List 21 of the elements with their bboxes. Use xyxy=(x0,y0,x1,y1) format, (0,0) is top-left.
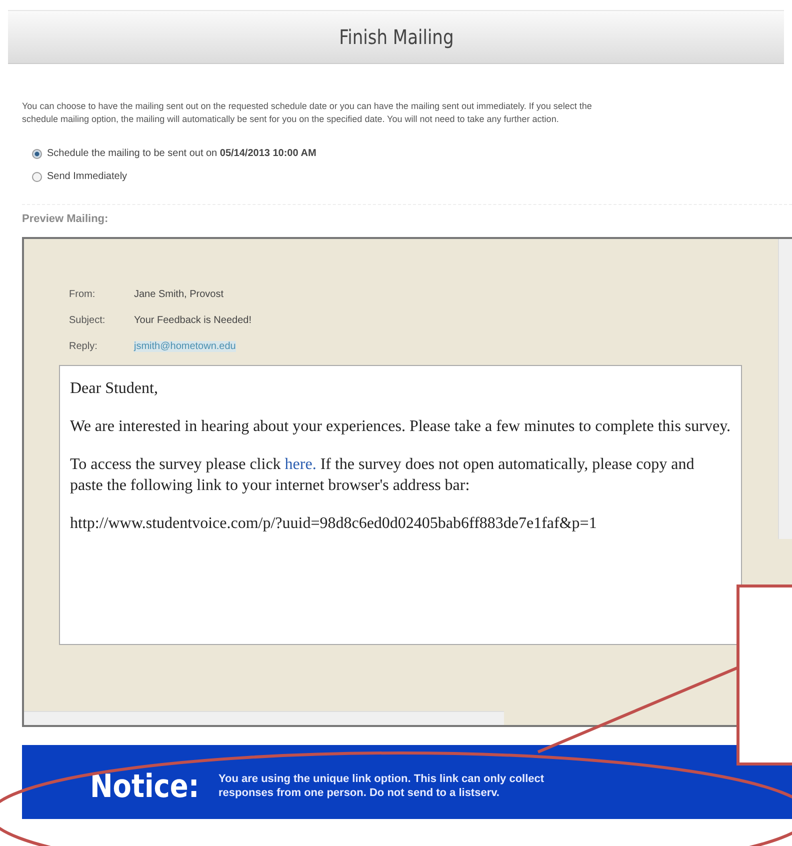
intro-text: You can choose to have the mailing sent out on the requested schedule date or you can have the mailing sent out immediately. If you select the schedule mailing option, the mailing will automatically be sent for you on the specified date. You will not need to take any further action. xyxy=(22,100,593,126)
field-value: Your Feedback is Needed! xyxy=(134,314,252,326)
radio-button[interactable] xyxy=(32,148,42,158)
field-label: Reply: xyxy=(69,340,98,352)
section-heading: Preview Mailing: xyxy=(22,213,108,225)
notice-label: Notice: xyxy=(90,767,200,805)
notice-text: You are using the unique link option. This link can only collect responses from one person. Do not send to a listserv. xyxy=(218,772,546,800)
radio-button[interactable] xyxy=(32,172,42,182)
survey-link[interactable]: here. xyxy=(284,456,316,473)
body-paragraph: We are interested in hearing about your experiences. Please take a few minutes to complete this survey. xyxy=(70,417,731,437)
body-paragraph: To access the survey please click here. If the survey does not open automatically, please copy and paste the following link to your internet browser's address bar: xyxy=(70,455,696,496)
field-label: Subject: xyxy=(69,314,106,326)
horizontal-scrollbar[interactable] xyxy=(24,711,504,725)
field-value: Jane Smith, Provost xyxy=(134,288,224,300)
page-title: Finish Mailing xyxy=(338,25,454,49)
option-label: Schedule the mailing to be sent out on 05/14/2013 10:00 AM xyxy=(47,148,316,159)
survey-url: http://www.studentvoice.com/p/?uuid=98d8c6ed0d02405bab6ff883de7e1faf&p=1 xyxy=(70,514,598,534)
option-label: Send Immediately xyxy=(47,171,128,182)
field-label: From: xyxy=(69,288,96,300)
vertical-scrollbar[interactable] xyxy=(778,239,792,539)
greeting-text: Dear Student, xyxy=(70,379,159,399)
